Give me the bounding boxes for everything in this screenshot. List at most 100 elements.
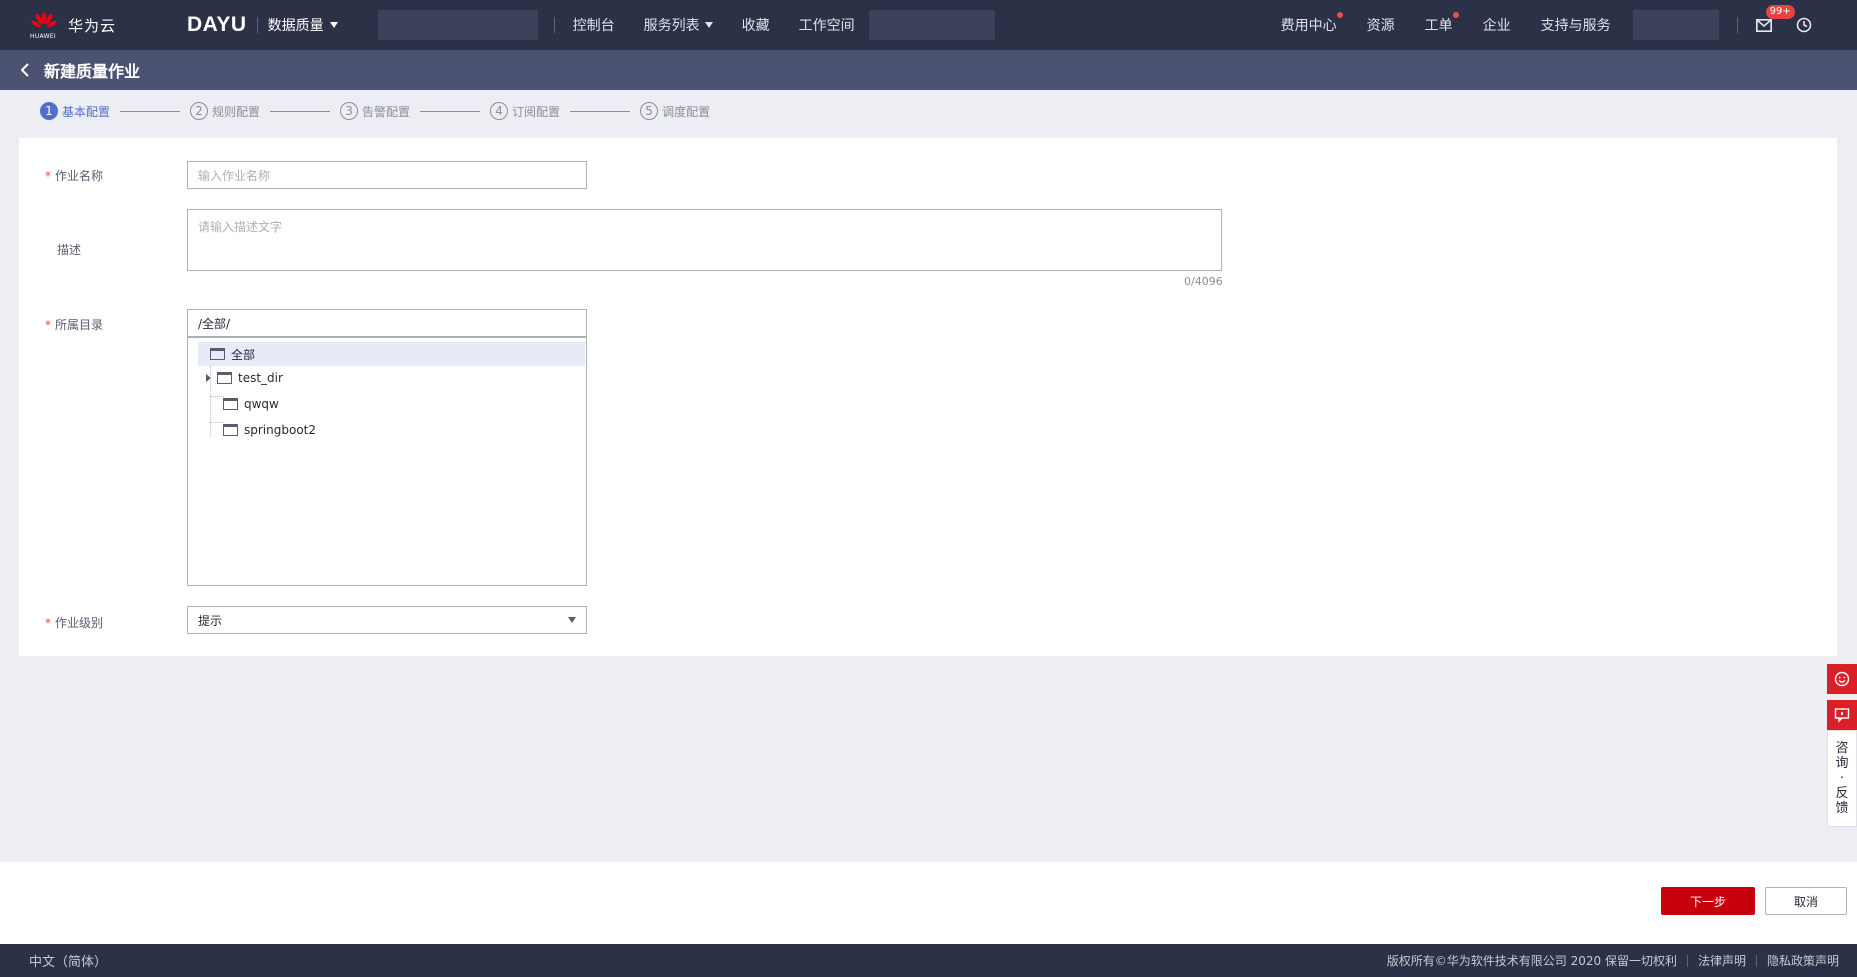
tree-node-label: springboot2 (244, 423, 316, 437)
step-label: 订阅配置 (512, 104, 561, 119)
directory-label-text: 所属目录 (55, 318, 104, 332)
tree-node-label: 全部 (231, 347, 256, 362)
basic-config-form: * 作业名称 输入作业名称 描述 请输入描述文字 0/4096 * 所属目录 /全部… (19, 138, 1837, 656)
tree-guide-line (210, 396, 224, 397)
step-basic-config[interactable]: 1 基本配置 (40, 102, 110, 120)
chevron-down-icon (704, 22, 713, 28)
step-number: 5 (640, 102, 659, 120)
privacy-link[interactable]: 隐私政策声明 (1767, 952, 1839, 969)
nav-support[interactable]: 支持与服务 (1541, 15, 1611, 35)
nav-workspace-label: 工作空间 (798, 18, 855, 34)
step-schedule-config[interactable]: 5 调度配置 (640, 102, 710, 120)
divider (1686, 954, 1688, 967)
job-level-select[interactable]: 提示 (187, 606, 587, 634)
region-selector[interactable] (377, 10, 538, 40)
nav-enterprise[interactable]: 企业 (1483, 15, 1511, 35)
step-connector (270, 110, 331, 112)
description-placeholder: 请输入描述文字 (198, 220, 283, 234)
mail-button[interactable]: 99+ (1755, 4, 1795, 32)
nav-workspace[interactable]: 工作空间 (799, 15, 855, 35)
job-name-placeholder: 输入作业名称 (198, 168, 271, 183)
divider (256, 17, 258, 33)
brand-sub: HUAWEI (30, 33, 56, 40)
nav-tickets[interactable]: 工单 (1424, 12, 1459, 35)
step-number: 1 (40, 102, 58, 120)
job-level-value: 提示 (198, 613, 223, 628)
step-number: 4 (490, 102, 509, 120)
job-name-label-text: 作业名称 (55, 169, 104, 183)
nav-billing[interactable]: 费用中心 (1280, 12, 1343, 35)
directory-tree: 全部 test_dir qwqw springboot2 (187, 337, 587, 586)
tree-node-qwqw[interactable]: qwqw (223, 394, 279, 414)
nav-enterprise-label: 企业 (1482, 18, 1511, 34)
step-connector (120, 110, 181, 112)
step-alarm-config[interactable]: 3 告警配置 (340, 102, 410, 120)
nav-billing-label: 费用中心 (1280, 18, 1337, 34)
mail-badge: 99+ (1765, 4, 1795, 19)
wizard-steps: 1 基本配置 2 规则配置 3 告警配置 4 订阅配置 5 调度配置 (40, 102, 710, 120)
tree-node-label: test_dir (238, 371, 283, 385)
tree-node-label: qwqw (244, 397, 279, 411)
product-name[interactable]: DAYU (187, 13, 247, 37)
smile-feedback-button[interactable] (1827, 664, 1857, 694)
copyright-text: 版权所有©华为软件技术有限公司 2020 保留一切权利 (1386, 954, 1677, 968)
job-name-input[interactable]: 输入作业名称 (187, 161, 587, 189)
nav-console-label: 控制台 (572, 18, 615, 34)
tree-node-test-dir[interactable]: test_dir (206, 368, 283, 388)
step-label: 调度配置 (662, 104, 711, 119)
mail-icon (1755, 18, 1772, 32)
smile-icon (1834, 671, 1850, 687)
nav-service-list[interactable]: 服务列表 (644, 15, 713, 35)
cancel-button[interactable]: 取消 (1765, 887, 1847, 915)
module-switcher[interactable]: 数据质量 (268, 15, 338, 35)
account-menu[interactable] (1632, 10, 1719, 40)
step-connector (420, 110, 481, 112)
clock-icon (1796, 17, 1811, 33)
nav-resources-label: 资源 (1366, 18, 1395, 34)
description-label: 描述 (57, 243, 82, 257)
step-label: 基本配置 (62, 104, 111, 119)
nav-tickets-label: 工单 (1424, 18, 1453, 34)
chevron-down-icon (568, 617, 576, 623)
job-level-label-text: 作业级别 (55, 616, 104, 630)
footer-links: 版权所有©华为软件技术有限公司 2020 保留一切权利 法律声明 隐私政策声明 (1387, 952, 1839, 969)
nav-console[interactable]: 控制台 (573, 15, 615, 35)
chevron-left-icon (20, 63, 29, 77)
consult-char: 咨 (1835, 741, 1849, 756)
action-bar: 下一步 取消 (0, 862, 1857, 944)
step-number: 2 (190, 102, 209, 120)
consult-char: 反 (1835, 786, 1849, 801)
directory-path-value: /全部/ (198, 316, 231, 331)
divider (1755, 954, 1757, 967)
back-button[interactable] (18, 63, 32, 77)
folder-icon (210, 348, 225, 360)
directory-path-input[interactable]: /全部/ (187, 309, 587, 337)
module-label: 数据质量 (267, 18, 324, 34)
caret-right-icon[interactable] (206, 374, 211, 382)
description-counter: 0/4096 (1184, 275, 1223, 288)
tree-node-springboot2[interactable]: springboot2 (223, 420, 316, 440)
nav-service-list-label: 服务列表 (643, 18, 700, 34)
tree-guide-line (210, 422, 224, 423)
consult-feedback-tab[interactable]: 咨 询 · 反 馈 (1827, 730, 1857, 827)
chat-icon (1834, 708, 1850, 723)
step-rule-config[interactable]: 2 规则配置 (190, 102, 260, 120)
legal-link[interactable]: 法律声明 (1698, 952, 1746, 969)
next-step-button[interactable]: 下一步 (1661, 887, 1755, 915)
chat-button[interactable] (1827, 700, 1857, 730)
language-switcher[interactable]: 中文（简体） (29, 951, 107, 970)
step-connector (570, 110, 631, 112)
description-textarea[interactable]: 请输入描述文字 (187, 209, 1222, 271)
tree-node-root[interactable]: 全部 (198, 342, 585, 366)
brand-name: 华为云 (68, 16, 117, 35)
step-subscription-config[interactable]: 4 订阅配置 (490, 102, 560, 120)
nav-support-label: 支持与服务 (1540, 18, 1611, 34)
notification-dot (1336, 12, 1343, 18)
workspace-selector[interactable] (868, 10, 995, 40)
nav-resources[interactable]: 资源 (1367, 15, 1395, 35)
nav-favorites[interactable]: 收藏 (742, 15, 770, 35)
consult-char: 馈 (1835, 801, 1849, 816)
history-button[interactable] (1796, 17, 1812, 33)
consult-char: · (1839, 771, 1845, 786)
step-label: 告警配置 (362, 104, 411, 119)
